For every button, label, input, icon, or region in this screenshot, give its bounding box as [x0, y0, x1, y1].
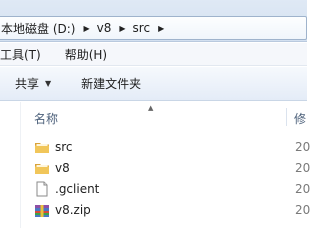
file-name: src — [55, 140, 73, 154]
share-label: 共享 — [15, 77, 40, 91]
file-date: 20 — [295, 182, 311, 196]
breadcrumb-chevron-icon[interactable]: ▶ — [113, 24, 130, 33]
file-row-zip[interactable]: v8.zip 20 — [0, 200, 311, 221]
file-row-gclient[interactable]: .gclient 20 — [0, 179, 311, 200]
zip-archive-icon — [35, 205, 49, 217]
breadcrumb-v8[interactable]: v8 — [95, 21, 114, 35]
command-toolbar: 共享 ▼ 新建文件夹 — [0, 67, 307, 101]
column-header-name[interactable]: 名称 — [34, 110, 58, 127]
file-name: v8.zip — [55, 203, 91, 217]
menu-tools[interactable]: 工具(T) — [0, 46, 45, 63]
new-folder-label: 新建文件夹 — [81, 77, 142, 91]
menu-help[interactable]: 帮助(H) — [61, 46, 111, 63]
file-row-src[interactable]: src 20 — [0, 137, 311, 158]
breadcrumb-chevron-icon[interactable]: ▶ — [77, 24, 94, 33]
column-header-modified[interactable]: 修 — [294, 110, 306, 127]
column-resize-handle[interactable] — [286, 108, 287, 126]
chevron-down-icon: ▼ — [45, 79, 52, 88]
breadcrumb-src[interactable]: src — [131, 21, 153, 35]
file-row-v8[interactable]: v8 20 — [0, 158, 311, 179]
address-bar-area: 本地磁盘 (D:) ▶ v8 ▶ src ▶ — [0, 0, 307, 42]
file-date: 20 — [295, 161, 311, 175]
file-name: .gclient — [55, 182, 100, 196]
folder-icon — [35, 143, 49, 153]
file-date: 20 — [295, 203, 311, 217]
file-name: v8 — [55, 161, 70, 175]
file-icon — [36, 181, 48, 197]
address-breadcrumb[interactable]: 本地磁盘 (D:) ▶ v8 ▶ src ▶ — [0, 16, 307, 40]
file-date: 20 — [295, 140, 311, 154]
share-button[interactable]: 共享 ▼ — [15, 75, 51, 92]
breadcrumb-drive[interactable]: 本地磁盘 (D:) — [0, 20, 77, 37]
menu-bar: 工具(T) 帮助(H) — [0, 43, 307, 66]
folder-icon — [35, 164, 49, 174]
breadcrumb-chevron-icon[interactable]: ▶ — [152, 24, 169, 33]
sort-ascending-icon: ▲ — [148, 104, 154, 112]
new-folder-button[interactable]: 新建文件夹 — [81, 75, 141, 92]
